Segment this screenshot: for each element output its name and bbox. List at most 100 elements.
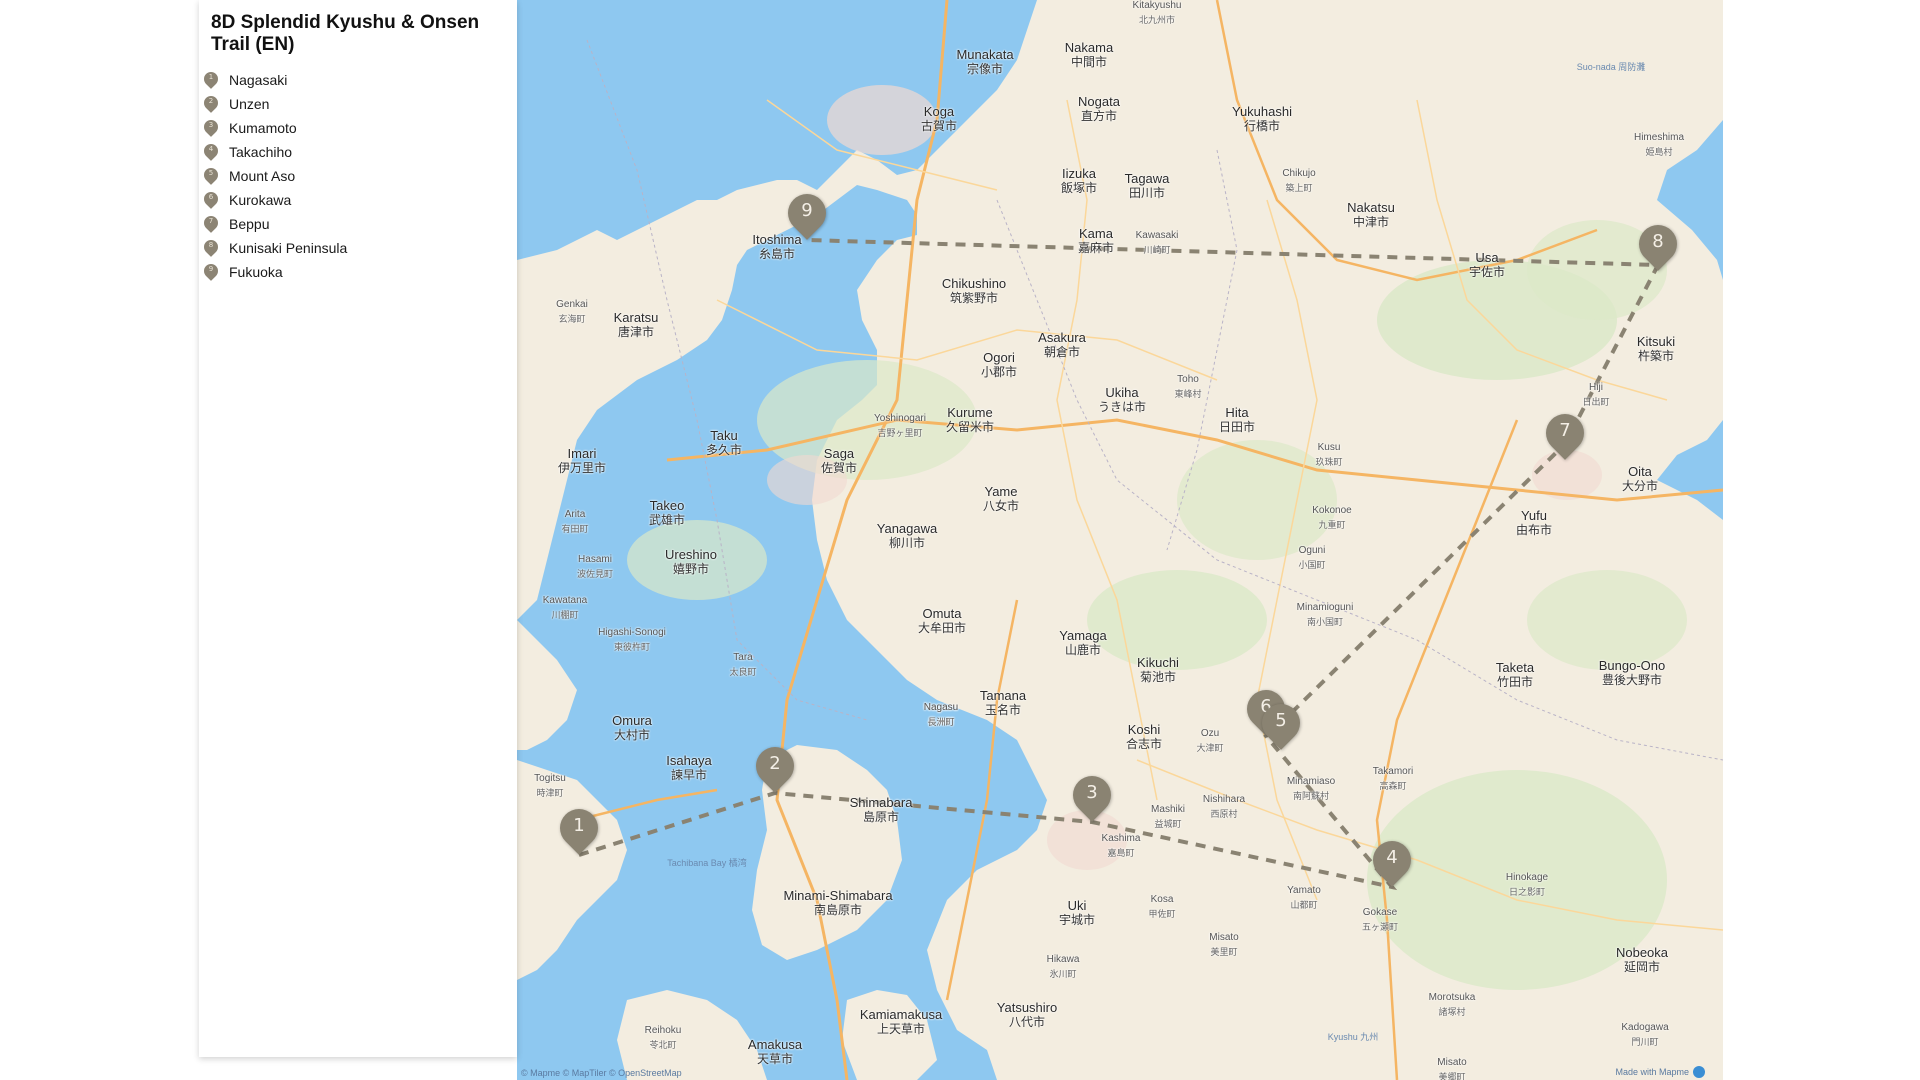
stop-list-item[interactable]: 4 Takachiho	[201, 140, 347, 164]
stop-list-item[interactable]: 9 Fukuoka	[201, 260, 347, 284]
stop-name[interactable]: Beppu	[229, 216, 269, 232]
stop-name[interactable]: Kunisaki Peninsula	[229, 240, 347, 256]
map-pin-icon: 7	[201, 213, 221, 234]
map-attribution[interactable]: © Mapme © MapTiler © OpenStreetMap	[521, 1068, 682, 1078]
town-label: Minamioguni 南小国町	[1296, 602, 1354, 627]
town-label: Chikujo 築上町	[1282, 168, 1316, 193]
town-label: Nagasu 長洲町	[923, 702, 959, 727]
city-label: Kikuchi 菊池市	[1137, 655, 1179, 684]
town-label: Kitakyushu 北九州市	[1132, 0, 1182, 25]
town-label: Nishihara 西原村	[1202, 794, 1246, 819]
city-label: Nogata 直方市	[1078, 94, 1120, 123]
town-label: Kosa 甲佐町	[1148, 894, 1176, 919]
town-label: Kokonoe 九重町	[1312, 505, 1352, 530]
map-marker-3[interactable]: 3	[1065, 768, 1119, 822]
city-label: Karatsu 唐津市	[613, 310, 659, 339]
made-with-mapme[interactable]: Made with Mapme	[1615, 1066, 1705, 1078]
stop-list: 1 Nagasaki 2 Unzen 3 Kumamoto 4 Takachiho 5M…	[201, 68, 347, 284]
town-label: Kawatana 川棚町	[542, 595, 588, 620]
city-label: Hita 日田市	[1218, 405, 1256, 434]
city-label: Takeo 武雄市	[648, 498, 686, 527]
city-label: Asakura 朝倉市	[1038, 330, 1086, 359]
stop-list-item[interactable]: 7 Beppu	[201, 212, 347, 236]
map-pin-icon: 4	[201, 141, 221, 162]
city-label: Usa 宇佐市	[1468, 250, 1506, 279]
map-base	[517, 0, 1723, 1080]
city-label: Yanagawa 柳川市	[876, 521, 938, 550]
stop-name[interactable]: Kurokawa	[229, 192, 291, 208]
water-label: Kyushu 九州	[1327, 1032, 1379, 1042]
stop-list-item[interactable]: 3 Kumamoto	[201, 116, 347, 140]
map-pin-icon: 8	[201, 237, 221, 258]
city-label: Yatsushiro 八代市	[996, 1000, 1058, 1029]
town-label: Morotsuka 諸塚村	[1428, 992, 1476, 1017]
city-label: Yufu 由布市	[1515, 508, 1553, 537]
map-marker-4[interactable]: 4	[1365, 833, 1419, 887]
water-label: Tachibana Bay 橘湾	[667, 858, 747, 868]
city-label: Yamaga 山鹿市	[1059, 628, 1107, 657]
city-label: Oita 大分市	[1621, 464, 1659, 493]
city-label: Tagawa 田川市	[1124, 171, 1170, 200]
city-label: Taketa 竹田市	[1495, 660, 1535, 689]
stop-name[interactable]: Nagasaki	[229, 72, 287, 88]
city-label: Nakama 中間市	[1064, 40, 1114, 69]
town-label: Hasami 波佐見町	[576, 554, 614, 579]
city-label: Munakata 宗像市	[956, 47, 1014, 76]
town-label: Togitsu 時津町	[534, 773, 566, 798]
city-label: Ukiha うきは市	[1097, 385, 1147, 414]
city-label: Omura 大村市	[612, 713, 652, 742]
stop-list-item[interactable]: 5 Mount Aso	[201, 164, 347, 188]
page: 8D Splendid Kyushu & Onsen Trail (EN) 1N…	[0, 0, 1920, 1080]
map-pin-icon: 1	[201, 69, 221, 90]
town-label: Mashiki 益城町	[1151, 804, 1185, 829]
map-marker-8[interactable]: 8	[1631, 217, 1685, 271]
city-label: Kitsuki 杵築市	[1636, 334, 1676, 363]
city-label: Ogori 小郡市	[980, 350, 1018, 379]
city-label: Nobeoka 延岡市	[1615, 945, 1669, 974]
city-label: Uki 宇城市	[1058, 898, 1096, 927]
town-label: Himeshima 姫島村	[1633, 132, 1685, 157]
city-label: Yame 八女市	[982, 484, 1020, 513]
city-label: Kurume 久留米市	[945, 405, 995, 434]
city-label: Koga 古賀市	[920, 104, 958, 133]
town-label: Hinokage 日之影町	[1505, 872, 1549, 897]
town-label: Higashi-Sonogi 東彼杵町	[598, 627, 666, 652]
city-label: Tamana 玉名市	[979, 688, 1027, 717]
stop-list-item[interactable]: 6 Kurokawa	[201, 188, 347, 212]
map-pin-icon: 9	[201, 261, 221, 282]
stop-list-item[interactable]: 1 Nagasaki	[201, 68, 347, 92]
stop-list-item[interactable]: 2 Unzen	[201, 92, 347, 116]
map-marker-5[interactable]: 5	[1254, 696, 1308, 750]
town-label: Arita 有田町	[561, 509, 589, 534]
town-label: Hikawa 氷川町	[1046, 954, 1080, 979]
town-label: Tara 太良町	[729, 652, 757, 677]
town-label: Oguni 小国町	[1298, 545, 1326, 570]
city-label: Kama 嘉麻市	[1077, 226, 1115, 255]
town-label: Misato 美里町	[1209, 932, 1239, 957]
town-label: Kawasaki 川崎町	[1135, 230, 1179, 255]
map-marker-2[interactable]: 2	[748, 739, 802, 793]
stop-name[interactable]: Mount Aso	[229, 168, 295, 184]
town-label: Toho 東峰村	[1174, 374, 1202, 399]
town-label: Kadogawa 門川町	[1621, 1022, 1669, 1047]
city-label: Omuta 大牟田市	[917, 606, 967, 635]
town-label: Takamori 高森町	[1372, 766, 1414, 791]
city-label: Ureshino 嬉野市	[664, 547, 718, 576]
stop-name[interactable]: Unzen	[229, 96, 269, 112]
stop-list-item[interactable]: 8 Kunisaki Peninsula	[201, 236, 347, 260]
stop-name[interactable]: Fukuoka	[229, 264, 283, 280]
map-marker-1[interactable]: 1	[552, 801, 606, 855]
town-label: Gokase 五ヶ瀬町	[1361, 907, 1399, 932]
city-label: Isahaya 諫早市	[666, 753, 712, 782]
stop-name[interactable]: Takachiho	[229, 144, 292, 160]
city-label: Shimabara 島原市	[849, 795, 913, 824]
town-label: Yamato 山都町	[1287, 885, 1321, 910]
town-label: Kusu 玖珠町	[1315, 442, 1343, 467]
town-label: Ozu 大津町	[1196, 728, 1224, 753]
map-marker-9[interactable]: 9	[780, 186, 834, 240]
city-label: Kamiamakusa 上天草市	[859, 1007, 943, 1036]
mapme-logo-icon	[1693, 1066, 1705, 1078]
map-canvas[interactable]: Munakata 宗像市 Nakama 中間市 Koga 古賀市 Nogata 直方市 …	[517, 0, 1723, 1080]
map-marker-7[interactable]: 7	[1538, 406, 1592, 460]
stop-name[interactable]: Kumamoto	[229, 120, 297, 136]
